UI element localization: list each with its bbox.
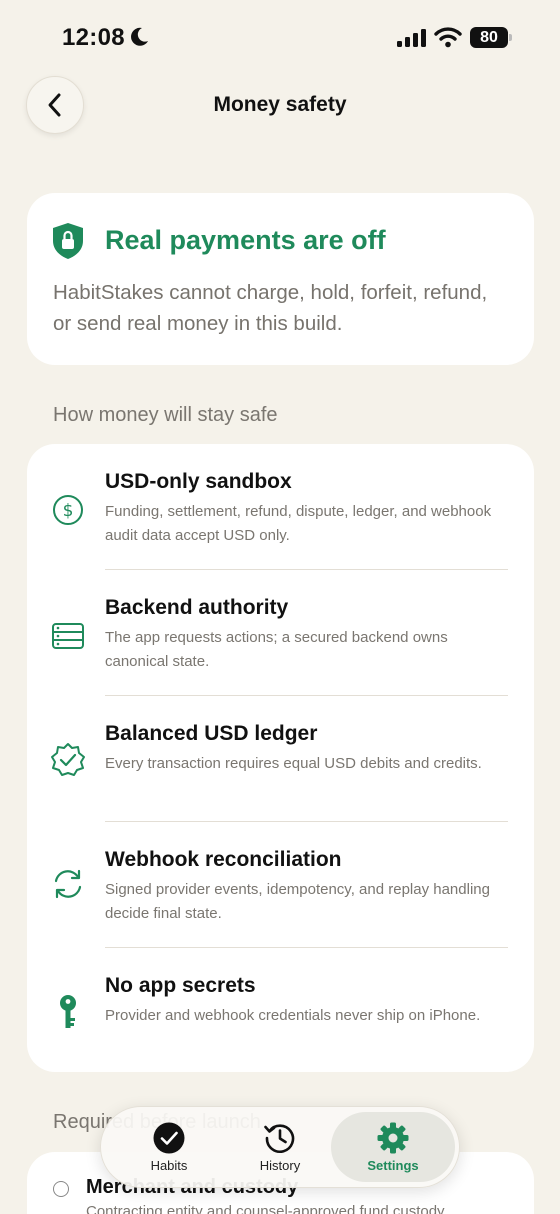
list-item: $ USD-only sandbox Funding, settlement, …: [27, 444, 534, 570]
history-clock-icon: [264, 1124, 295, 1153]
checkmark-seal-icon: [51, 743, 85, 776]
section-heading-safety: How money will stay safe: [53, 404, 278, 426]
item-description: Provider and webhook credentials never s…: [105, 1007, 481, 1024]
tab-history[interactable]: History: [220, 1107, 340, 1189]
requirement-radio[interactable]: [53, 1181, 69, 1197]
battery-indicator: 80: [470, 27, 512, 48]
wifi-icon: [434, 27, 462, 48]
battery-cap: [509, 34, 512, 41]
sync-arrows-icon: [54, 869, 82, 899]
list-item: No app secrets Provider and webhook cred…: [27, 948, 534, 1072]
hero-description: HabitStakes cannot charge, hold, forfeit…: [53, 281, 488, 335]
status-time: 12:08: [62, 24, 125, 51]
cellular-signal-icon: [397, 29, 426, 47]
navigation-header: Money safety: [0, 76, 560, 136]
tab-label: History: [259, 1158, 301, 1173]
item-description: Signed provider events, idempotency, and…: [105, 881, 490, 922]
item-description: The app requests actions; a secured back…: [105, 629, 448, 670]
item-description: Every transaction requires equal USD deb…: [105, 755, 482, 772]
tab-settings[interactable]: Settings: [331, 1112, 455, 1182]
checkmark-circle-icon: [153, 1122, 185, 1154]
item-description: Funding, settlement, refund, dispute, le…: [105, 503, 492, 544]
list-item: Backend authority The app requests actio…: [27, 570, 534, 696]
tab-bar: Habits History Settings: [100, 1106, 460, 1188]
list-item: Webhook reconciliation Signed provider e…: [27, 822, 534, 948]
tab-label: Habits: [150, 1158, 188, 1173]
item-title: Balanced USD ledger: [105, 722, 318, 745]
key-icon: [60, 995, 76, 1028]
item-title: No app secrets: [105, 974, 256, 997]
server-icon: [52, 623, 84, 649]
item-title: USD-only sandbox: [105, 470, 292, 493]
tab-habits[interactable]: Habits: [109, 1107, 229, 1189]
requirement-description: Contracting entity and counsel-approved …: [86, 1203, 448, 1214]
list-item: Balanced USD ledger Every transaction re…: [27, 696, 534, 822]
status-bar: 12:08 80: [0, 0, 560, 76]
gear-icon: [377, 1122, 409, 1154]
hero-title: Real payments are off: [105, 225, 386, 255]
page-title: Money safety: [213, 93, 347, 116]
moon-icon: [131, 27, 148, 46]
shield-lock-icon: [53, 223, 83, 259]
tab-label: Settings: [367, 1158, 419, 1173]
item-title: Webhook reconciliation: [105, 848, 342, 871]
svg-text:$: $: [63, 501, 74, 521]
dollar-circle-icon: $: [53, 495, 83, 525]
battery-level: 80: [470, 27, 508, 48]
item-title: Backend authority: [105, 596, 289, 619]
safety-list-card: $ USD-only sandbox Funding, settlement, …: [27, 444, 534, 1072]
